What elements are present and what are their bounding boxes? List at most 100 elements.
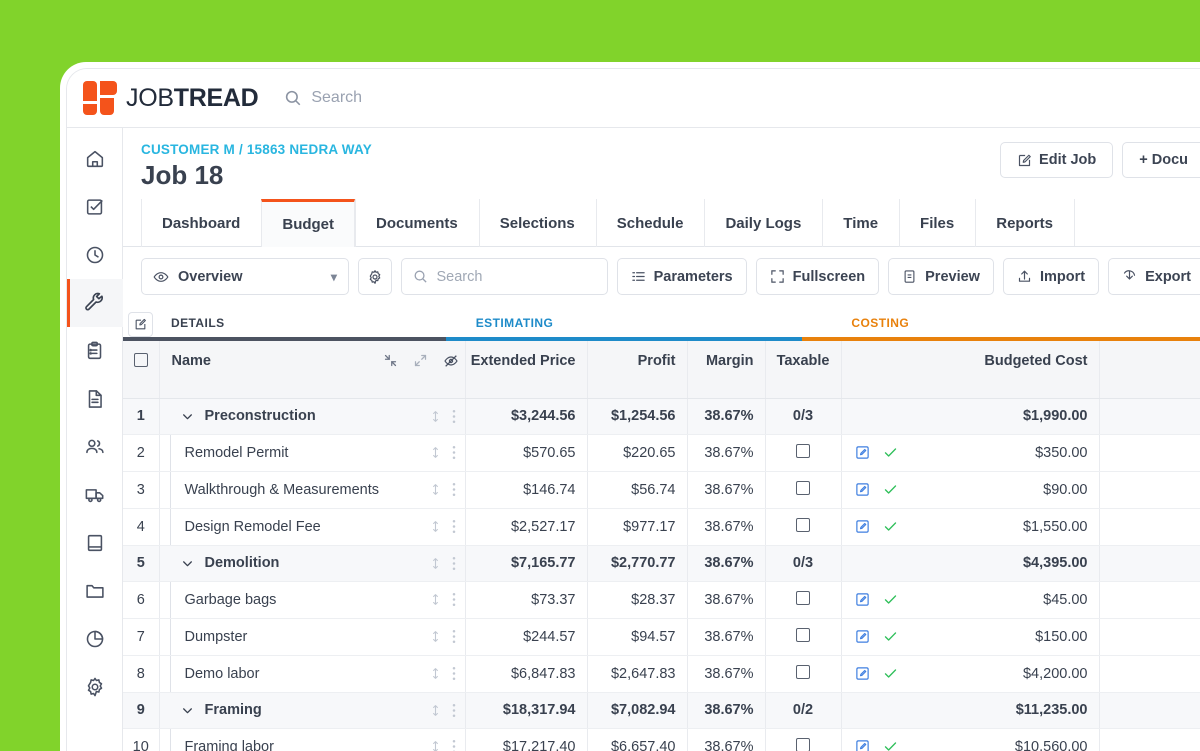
row-taxable[interactable] (765, 581, 841, 618)
tab-schedule[interactable]: Schedule (596, 199, 705, 247)
drag-handle-icon[interactable] (429, 556, 442, 571)
view-settings-button[interactable] (358, 258, 393, 295)
row-edit-icon[interactable] (855, 666, 870, 681)
table-row[interactable]: 8Demo labor$6,847.83$2,647.8338.67%$4,20… (123, 655, 1200, 692)
sidebar-item-reports[interactable] (67, 615, 123, 663)
row-edit-icon[interactable] (855, 629, 870, 644)
row-name-cell[interactable]: Framing labor (159, 728, 465, 751)
row-approved-check-icon[interactable] (883, 666, 898, 681)
taxable-checkbox[interactable] (796, 591, 810, 605)
row-menu-icon[interactable] (452, 409, 456, 424)
row-taxable[interactable] (765, 728, 841, 751)
row-menu-icon[interactable] (452, 666, 456, 681)
row-taxable[interactable] (765, 434, 841, 471)
sidebar-item-documents[interactable] (67, 375, 123, 423)
row-taxable[interactable] (765, 508, 841, 545)
drag-handle-icon[interactable] (429, 703, 442, 718)
select-all-header[interactable] (123, 341, 159, 398)
drag-handle-icon[interactable] (429, 482, 442, 497)
row-menu-icon[interactable] (452, 703, 456, 718)
row-menu-icon[interactable] (452, 739, 456, 751)
collapse-all-icon[interactable] (383, 353, 398, 369)
sidebar-item-tasks[interactable] (67, 183, 123, 231)
row-edit-icon[interactable] (855, 592, 870, 607)
row-edit-icon[interactable] (855, 445, 870, 460)
drag-handle-icon[interactable] (429, 666, 442, 681)
row-name-cell[interactable]: Preconstruction (159, 398, 465, 434)
sidebar-item-catalog[interactable] (67, 519, 123, 567)
tab-budget[interactable]: Budget (261, 199, 355, 247)
budget-search-input[interactable]: Search (401, 258, 607, 295)
sidebar-item-vendors[interactable] (67, 471, 123, 519)
row-name-cell[interactable]: Dumpster (159, 618, 465, 655)
table-row[interactable]: 3Walkthrough & Measurements$146.74$56.74… (123, 471, 1200, 508)
row-name-cell[interactable]: Remodel Permit (159, 434, 465, 471)
global-search[interactable]: Search (284, 89, 362, 107)
tab-time[interactable]: Time (822, 199, 899, 247)
taxable-checkbox[interactable] (796, 628, 810, 642)
view-selector[interactable]: Overview ▾ (141, 258, 349, 295)
row-menu-icon[interactable] (452, 556, 456, 571)
add-document-button[interactable]: + Docu (1122, 142, 1200, 178)
select-all-checkbox[interactable] (134, 353, 148, 367)
row-edit-icon[interactable] (855, 519, 870, 534)
tab-files[interactable]: Files (899, 199, 975, 247)
export-button[interactable]: Export (1108, 258, 1200, 295)
preview-button[interactable]: Preview (888, 258, 994, 295)
row-taxable[interactable] (765, 618, 841, 655)
row-menu-icon[interactable] (452, 519, 456, 534)
sidebar-item-contacts[interactable] (67, 423, 123, 471)
row-approved-check-icon[interactable] (883, 592, 898, 607)
table-row[interactable]: 10Framing labor$17,217.40$6,657.4038.67%… (123, 728, 1200, 751)
sidebar-item-files[interactable] (67, 567, 123, 615)
table-row[interactable]: 2Remodel Permit$570.65$220.6538.67%$350.… (123, 434, 1200, 471)
drag-handle-icon[interactable] (429, 739, 442, 751)
row-approved-check-icon[interactable] (883, 482, 898, 497)
row-name-cell[interactable]: Garbage bags (159, 581, 465, 618)
import-button[interactable]: Import (1003, 258, 1099, 295)
breadcrumb[interactable]: CUSTOMER M / 15863 NEDRA WAY (141, 142, 372, 157)
parameters-button[interactable]: Parameters (617, 258, 747, 295)
taxable-checkbox[interactable] (796, 518, 810, 532)
row-name-cell[interactable]: Demo labor (159, 655, 465, 692)
drag-handle-icon[interactable] (429, 519, 442, 534)
row-menu-icon[interactable] (452, 482, 456, 497)
bulk-edit-icon[interactable] (128, 312, 153, 337)
fullscreen-button[interactable]: Fullscreen (756, 258, 880, 295)
drag-handle-icon[interactable] (429, 592, 442, 607)
chevron-down-icon[interactable] (176, 693, 199, 728)
table-row[interactable]: 4Design Remodel Fee$2,527.17$977.1738.67… (123, 508, 1200, 545)
tab-reports[interactable]: Reports (975, 199, 1074, 247)
row-approved-check-icon[interactable] (883, 445, 898, 460)
taxable-checkbox[interactable] (796, 444, 810, 458)
sidebar-item-settings[interactable] (67, 663, 123, 711)
brand-logo[interactable]: JOBTREAD (83, 81, 258, 115)
table-row[interactable]: 6Garbage bags$73.37$28.3738.67%$45.00 (123, 581, 1200, 618)
chevron-down-icon[interactable] (176, 399, 199, 434)
row-menu-icon[interactable] (452, 592, 456, 607)
drag-handle-icon[interactable] (429, 445, 442, 460)
row-menu-icon[interactable] (452, 629, 456, 644)
row-approved-check-icon[interactable] (883, 739, 898, 751)
sidebar-item-jobs[interactable] (67, 279, 123, 327)
taxable-checkbox[interactable] (796, 481, 810, 495)
tab-selections[interactable]: Selections (479, 199, 596, 247)
taxable-checkbox[interactable] (796, 665, 810, 679)
row-edit-icon[interactable] (855, 739, 870, 751)
row-taxable[interactable] (765, 655, 841, 692)
table-row[interactable]: 5Demolition$7,165.77$2,770.7738.67%0/3$4… (123, 545, 1200, 581)
row-name-cell[interactable]: Demolition (159, 545, 465, 581)
row-name-cell[interactable]: Walkthrough & Measurements (159, 471, 465, 508)
tab-daily-logs[interactable]: Daily Logs (704, 199, 822, 247)
sidebar-item-checklists[interactable] (67, 327, 123, 375)
taxable-checkbox[interactable] (796, 738, 810, 751)
row-taxable[interactable] (765, 471, 841, 508)
drag-handle-icon[interactable] (429, 629, 442, 644)
tab-dashboard[interactable]: Dashboard (141, 199, 261, 247)
drag-handle-icon[interactable] (429, 409, 442, 424)
row-name-cell[interactable]: Framing (159, 692, 465, 728)
sidebar-item-home[interactable] (67, 135, 123, 183)
row-approved-check-icon[interactable] (883, 629, 898, 644)
table-row[interactable]: 7Dumpster$244.57$94.5738.67%$150.00 (123, 618, 1200, 655)
tab-documents[interactable]: Documents (355, 199, 479, 247)
